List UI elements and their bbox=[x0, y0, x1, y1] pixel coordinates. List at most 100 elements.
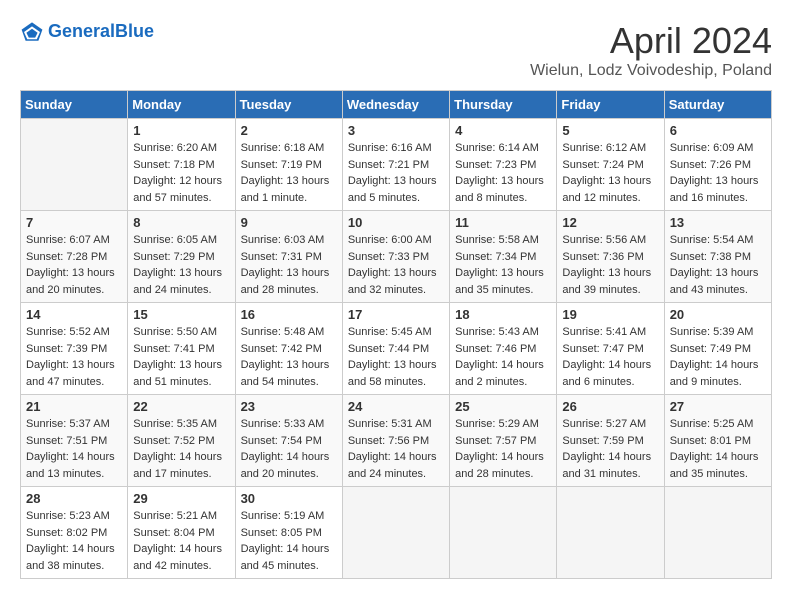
title-area: April 2024 Wielun, Lodz Voivodeship, Pol… bbox=[530, 20, 772, 80]
calendar-cell: 20Sunrise: 5:39 AMSunset: 7:49 PMDayligh… bbox=[664, 303, 771, 395]
sun-info: Sunrise: 5:31 AMSunset: 7:56 PMDaylight:… bbox=[348, 416, 444, 482]
calendar-cell: 22 Sunrise: 5:35 AMSunset: 7:52 PMDayligh… bbox=[128, 395, 235, 487]
sun-info: Sunrise: 6:00 AMSunset: 7:33 PMDaylight:… bbox=[348, 232, 444, 298]
sun-info: Sunrise: 6:14 AMSunset: 7:23 PMDaylight:… bbox=[455, 140, 551, 206]
day-number: 21 bbox=[26, 399, 122, 414]
sun-info: Sunrise: 5:33 AMSunset: 7:54 PMDaylight:… bbox=[241, 416, 337, 482]
day-number: 7 bbox=[26, 215, 122, 230]
sun-info: Sunrise: 6:20 AMSunset: 7:18 PMDaylight:… bbox=[133, 140, 229, 206]
day-number: 19 bbox=[562, 307, 658, 322]
day-number: 1 bbox=[133, 123, 229, 138]
day-number: 14 bbox=[26, 307, 122, 322]
calendar-cell: 18 Sunrise: 5:43 AMSunset: 7:46 PMDayligh… bbox=[450, 303, 557, 395]
sun-info: Sunrise: 6:09 AMSunset: 7:26 PMDaylight:… bbox=[670, 140, 766, 206]
day-number: 11 bbox=[455, 215, 551, 230]
calendar-cell: 2Sunrise: 6:18 AMSunset: 7:19 PMDaylight… bbox=[235, 119, 342, 211]
sun-info: Sunrise: 6:16 AMSunset: 7:21 PMDaylight:… bbox=[348, 140, 444, 206]
calendar-cell: 3 Sunrise: 6:16 AMSunset: 7:21 PMDaylight… bbox=[342, 119, 449, 211]
logo-text-blue: Blue bbox=[115, 21, 154, 41]
day-number: 25 bbox=[455, 399, 551, 414]
month-title: April 2024 bbox=[530, 20, 772, 62]
calendar-week-row: 1 Sunrise: 6:20 AMSunset: 7:18 PMDaylight… bbox=[21, 119, 772, 211]
col-tuesday: Tuesday bbox=[235, 91, 342, 119]
day-number: 6 bbox=[670, 123, 766, 138]
sun-info: Sunrise: 5:52 AMSunset: 7:39 PMDaylight:… bbox=[26, 324, 122, 390]
sun-info: Sunrise: 6:12 AMSunset: 7:24 PMDaylight:… bbox=[562, 140, 658, 206]
sun-info: Sunrise: 6:03 AMSunset: 7:31 PMDaylight:… bbox=[241, 232, 337, 298]
day-number: 22 bbox=[133, 399, 229, 414]
calendar-cell: 10Sunrise: 6:00 AMSunset: 7:33 PMDayligh… bbox=[342, 211, 449, 303]
sun-info: Sunrise: 5:37 AMSunset: 7:51 PMDaylight:… bbox=[26, 416, 122, 482]
logo-icon bbox=[20, 20, 44, 44]
logo-text-general: General bbox=[48, 21, 115, 41]
day-number: 15 bbox=[133, 307, 229, 322]
calendar-cell: 27 Sunrise: 5:25 AMSunset: 8:01 PMDayligh… bbox=[664, 395, 771, 487]
col-monday: Monday bbox=[128, 91, 235, 119]
sun-info: Sunrise: 5:25 AMSunset: 8:01 PMDaylight:… bbox=[670, 416, 766, 482]
calendar-cell bbox=[450, 487, 557, 579]
day-number: 12 bbox=[562, 215, 658, 230]
day-number: 8 bbox=[133, 215, 229, 230]
calendar-cell: 24 Sunrise: 5:31 AMSunset: 7:56 PMDayligh… bbox=[342, 395, 449, 487]
calendar-cell: 5 Sunrise: 6:12 AMSunset: 7:24 PMDaylight… bbox=[557, 119, 664, 211]
sun-info: Sunrise: 5:48 AMSunset: 7:42 PMDaylight:… bbox=[241, 324, 337, 390]
day-number: 27 bbox=[670, 399, 766, 414]
calendar-cell bbox=[342, 487, 449, 579]
sun-info: Sunrise: 5:35 AMSunset: 7:52 PMDaylight:… bbox=[133, 416, 229, 482]
calendar-cell: 8Sunrise: 6:05 AMSunset: 7:29 PMDaylight… bbox=[128, 211, 235, 303]
day-number: 13 bbox=[670, 215, 766, 230]
calendar-cell: 4 Sunrise: 6:14 AMSunset: 7:23 PMDaylight… bbox=[450, 119, 557, 211]
calendar-cell: 28 Sunrise: 5:23 AMSunset: 8:02 PMDayligh… bbox=[21, 487, 128, 579]
sun-info: Sunrise: 5:23 AMSunset: 8:02 PMDaylight:… bbox=[26, 508, 122, 574]
location: Wielun, Lodz Voivodeship, Poland bbox=[530, 62, 772, 80]
calendar-cell: 9 Sunrise: 6:03 AMSunset: 7:31 PMDaylight… bbox=[235, 211, 342, 303]
day-number: 4 bbox=[455, 123, 551, 138]
day-number: 28 bbox=[26, 491, 122, 506]
calendar-cell: 14 Sunrise: 5:52 AMSunset: 7:39 PMDayligh… bbox=[21, 303, 128, 395]
col-thursday: Thursday bbox=[450, 91, 557, 119]
sun-info: Sunrise: 5:56 AMSunset: 7:36 PMDaylight:… bbox=[562, 232, 658, 298]
day-number: 3 bbox=[348, 123, 444, 138]
header-row: Sunday Monday Tuesday Wednesday Thursday… bbox=[21, 91, 772, 119]
day-number: 9 bbox=[241, 215, 337, 230]
calendar-cell: 6 Sunrise: 6:09 AMSunset: 7:26 PMDaylight… bbox=[664, 119, 771, 211]
calendar-cell: 7Sunrise: 6:07 AMSunset: 7:28 PMDaylight… bbox=[21, 211, 128, 303]
calendar-cell: 12 Sunrise: 5:56 AMSunset: 7:36 PMDayligh… bbox=[557, 211, 664, 303]
page-header: GeneralBlue April 2024 Wielun, Lodz Voiv… bbox=[20, 20, 772, 80]
day-number: 29 bbox=[133, 491, 229, 506]
calendar-cell: 21 Sunrise: 5:37 AMSunset: 7:51 PMDayligh… bbox=[21, 395, 128, 487]
calendar-week-row: 14 Sunrise: 5:52 AMSunset: 7:39 PMDayligh… bbox=[21, 303, 772, 395]
sun-info: Sunrise: 5:41 AMSunset: 7:47 PMDaylight:… bbox=[562, 324, 658, 390]
day-number: 23 bbox=[241, 399, 337, 414]
calendar-cell: 16 Sunrise: 5:48 AMSunset: 7:42 PMDayligh… bbox=[235, 303, 342, 395]
day-number: 26 bbox=[562, 399, 658, 414]
logo: GeneralBlue bbox=[20, 20, 154, 44]
calendar-cell: 25 Sunrise: 5:29 AMSunset: 7:57 PMDayligh… bbox=[450, 395, 557, 487]
sun-info: Sunrise: 5:54 AMSunset: 7:38 PMDaylight:… bbox=[670, 232, 766, 298]
day-number: 5 bbox=[562, 123, 658, 138]
calendar-cell: 15Sunrise: 5:50 AMSunset: 7:41 PMDayligh… bbox=[128, 303, 235, 395]
day-number: 18 bbox=[455, 307, 551, 322]
sun-info: Sunrise: 5:45 AMSunset: 7:44 PMDaylight:… bbox=[348, 324, 444, 390]
day-number: 16 bbox=[241, 307, 337, 322]
sun-info: Sunrise: 5:29 AMSunset: 7:57 PMDaylight:… bbox=[455, 416, 551, 482]
day-number: 24 bbox=[348, 399, 444, 414]
sun-info: Sunrise: 5:43 AMSunset: 7:46 PMDaylight:… bbox=[455, 324, 551, 390]
col-friday: Friday bbox=[557, 91, 664, 119]
calendar-cell: 17Sunrise: 5:45 AMSunset: 7:44 PMDayligh… bbox=[342, 303, 449, 395]
day-number: 2 bbox=[241, 123, 337, 138]
calendar-cell: 29 Sunrise: 5:21 AMSunset: 8:04 PMDayligh… bbox=[128, 487, 235, 579]
col-wednesday: Wednesday bbox=[342, 91, 449, 119]
calendar-cell: 26 Sunrise: 5:27 AMSunset: 7:59 PMDayligh… bbox=[557, 395, 664, 487]
calendar-cell: 11 Sunrise: 5:58 AMSunset: 7:34 PMDayligh… bbox=[450, 211, 557, 303]
sun-info: Sunrise: 5:21 AMSunset: 8:04 PMDaylight:… bbox=[133, 508, 229, 574]
calendar-cell bbox=[664, 487, 771, 579]
calendar-cell: 13 Sunrise: 5:54 AMSunset: 7:38 PMDayligh… bbox=[664, 211, 771, 303]
sun-info: Sunrise: 5:27 AMSunset: 7:59 PMDaylight:… bbox=[562, 416, 658, 482]
calendar-cell: 30Sunrise: 5:19 AMSunset: 8:05 PMDayligh… bbox=[235, 487, 342, 579]
sun-info: Sunrise: 5:19 AMSunset: 8:05 PMDaylight:… bbox=[241, 508, 337, 574]
sun-info: Sunrise: 5:39 AMSunset: 7:49 PMDaylight:… bbox=[670, 324, 766, 390]
col-sunday: Sunday bbox=[21, 91, 128, 119]
sun-info: Sunrise: 5:58 AMSunset: 7:34 PMDaylight:… bbox=[455, 232, 551, 298]
col-saturday: Saturday bbox=[664, 91, 771, 119]
